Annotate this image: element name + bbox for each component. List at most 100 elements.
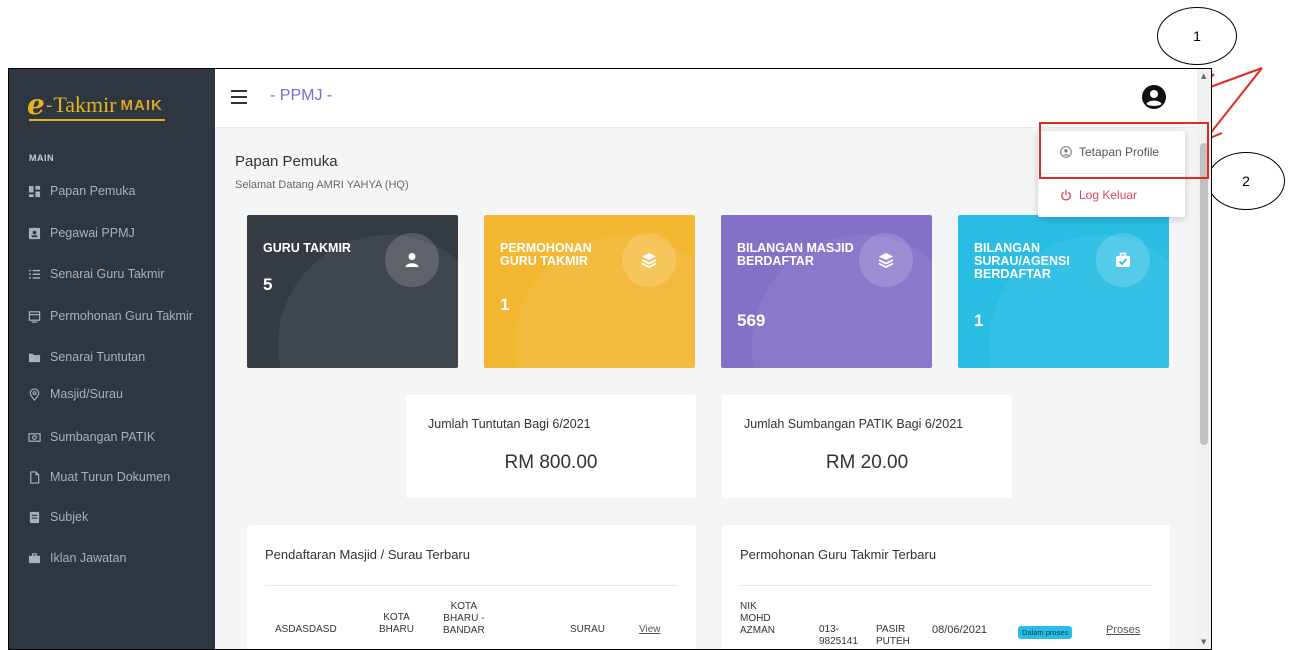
sidebar-item-senarai-tuntutan[interactable]: Senarai Tuntutan bbox=[27, 347, 145, 367]
list-icon bbox=[27, 267, 41, 281]
summary-title: Jumlah Tuntutan Bagi 6/2021 bbox=[428, 417, 591, 431]
summary-card-sumbangan: Jumlah Sumbangan PATIK Bagi 6/2021 RM 20… bbox=[722, 395, 1012, 498]
table-cell-nik: NIK MOHD AZMAN bbox=[740, 601, 775, 637]
sidebar-item-label: Subjek bbox=[50, 510, 89, 524]
location-pin-icon bbox=[27, 387, 41, 401]
cell-line: KOTA bbox=[450, 601, 478, 612]
sidebar-item-label: Pegawai PPMJ bbox=[50, 226, 135, 240]
table-divider bbox=[740, 585, 1152, 586]
summary-card-tuntutan: Jumlah Tuntutan Bagi 6/2021 RM 800.00 bbox=[406, 395, 696, 498]
sidebar-item-label: Papan Pemuka bbox=[50, 184, 136, 198]
sidebar-item-subjek[interactable]: Subjek bbox=[27, 507, 88, 527]
cell-line: KOTA bbox=[383, 612, 410, 623]
sidebar-item-papan-pemuka[interactable]: Papan Pemuka bbox=[27, 181, 135, 201]
money-icon bbox=[27, 430, 41, 444]
sidebar-item-label: Masjid/Surau bbox=[50, 387, 123, 401]
sidebar-item-label: Sumbangan PATIK bbox=[50, 430, 156, 444]
sidebar: e - Takmir MAIK MAIN Papan Pemuka Pegawa… bbox=[9, 69, 215, 649]
cell-line: 9825141 bbox=[819, 636, 858, 647]
table-cell-area: KOTA BHARU - BANDAR bbox=[443, 601, 485, 637]
table-title: Pendaftaran Masjid / Surau Terbaru bbox=[265, 547, 470, 562]
stat-card-label: BILANGAN SURAU/AGENSI BERDAFTAR bbox=[974, 241, 1070, 281]
scrollbar-thumb[interactable] bbox=[1200, 143, 1208, 445]
layers-icon bbox=[859, 233, 913, 287]
sidebar-item-label: Permohonan Guru Takmir bbox=[50, 309, 193, 323]
stat-card-value: 5 bbox=[263, 275, 273, 294]
cell-line: NIK bbox=[740, 601, 757, 612]
logo-dash: - bbox=[45, 94, 53, 116]
summary-value: RM 800.00 bbox=[504, 452, 598, 473]
menu-item-log-keluar[interactable]: Log Keluar bbox=[1060, 188, 1137, 202]
app-logo[interactable]: e - Takmir MAIK bbox=[27, 85, 165, 125]
annotation-marker-2: 2 bbox=[1207, 152, 1285, 210]
layers-icon bbox=[622, 233, 676, 287]
folder-icon bbox=[27, 350, 41, 364]
logo-maik: MAIK bbox=[120, 96, 163, 114]
annotation-marker-1: 1 bbox=[1157, 7, 1237, 65]
id-card-icon bbox=[27, 226, 41, 240]
table-cell-district: KOTA BHARU bbox=[379, 612, 414, 636]
sidebar-item-muat-turun-dokumen[interactable]: Muat Turun Dokumen bbox=[27, 467, 170, 487]
sidebar-heading: MAIN bbox=[29, 153, 54, 163]
table-cell-phone: 013- 9825141 bbox=[819, 624, 858, 648]
sidebar-item-iklan-jawatan[interactable]: Iklan Jawatan bbox=[27, 548, 126, 568]
annotation-number: 2 bbox=[1242, 173, 1250, 189]
sidebar-item-sumbangan-patik[interactable]: Sumbangan PATIK bbox=[27, 427, 155, 447]
cell-line: MOHD bbox=[740, 613, 771, 624]
user-account-icon[interactable] bbox=[1141, 84, 1167, 110]
cell-line: PASIR bbox=[876, 624, 906, 635]
cell-line: PUTEH bbox=[876, 636, 910, 647]
scroll-down-arrow-icon[interactable]: ▼ bbox=[1201, 638, 1206, 646]
document-icon bbox=[27, 470, 41, 484]
annotation-number: 1 bbox=[1193, 28, 1201, 44]
sidebar-item-label: Muat Turun Dokumen bbox=[50, 470, 171, 484]
table-cell-name: ASDASDASD bbox=[275, 624, 337, 635]
stat-card-masjid[interactable]: BILANGAN MASJID BERDAFTAR 569 bbox=[721, 215, 932, 368]
sidebar-item-label: Senarai Tuntutan bbox=[50, 350, 146, 364]
cell-line: 013- bbox=[819, 624, 840, 635]
page-title: Papan Pemuka bbox=[235, 153, 338, 170]
status-badge: Dalam proses bbox=[1018, 626, 1073, 639]
briefcase-check-icon bbox=[1096, 233, 1150, 287]
summary-value: RM 20.00 bbox=[825, 452, 909, 473]
logo-underline bbox=[29, 119, 165, 121]
stat-card-label: PERMOHONAN GURU TAKMIR bbox=[500, 241, 592, 268]
cell-line: BHARU - bbox=[443, 613, 485, 624]
topbar-title: - PPMJ - bbox=[270, 87, 333, 104]
sidebar-item-pegawai-ppmj[interactable]: Pegawai PPMJ bbox=[27, 223, 135, 243]
cell-line: AZMAN bbox=[740, 625, 775, 636]
stat-card-guru-takmir[interactable]: GURU TAKMIR 5 bbox=[247, 215, 458, 368]
cell-line: BHARU bbox=[379, 624, 415, 635]
summary-title: Jumlah Sumbangan PATIK Bagi 6/2021 bbox=[744, 417, 964, 431]
cell-line: BANDAR bbox=[443, 625, 485, 636]
power-icon bbox=[1061, 190, 1071, 201]
sidebar-item-permohonan-guru-takmir[interactable]: Permohonan Guru Takmir bbox=[27, 306, 193, 326]
table-cell-type: SURAU bbox=[570, 624, 606, 635]
welcome-text: Selamat Datang AMRI YAHYA (HQ) bbox=[235, 179, 409, 191]
sidebar-item-label: Senarai Guru Takmir bbox=[50, 267, 165, 281]
briefcase-icon bbox=[27, 551, 41, 565]
stat-card-value: 1 bbox=[974, 311, 984, 330]
app-window: e - Takmir MAIK MAIN Papan Pemuka Pegawa… bbox=[8, 68, 1212, 650]
scroll-up-arrow-icon[interactable]: ▲ bbox=[1201, 72, 1206, 80]
stat-card-value: 1 bbox=[500, 295, 510, 314]
topbar: - PPMJ - bbox=[215, 69, 1211, 128]
proses-link[interactable]: Proses bbox=[1106, 624, 1140, 636]
book-icon bbox=[27, 510, 41, 524]
stat-card-label: BILANGAN MASJID BERDAFTAR bbox=[737, 241, 854, 268]
sidebar-item-masjid-surau[interactable]: Masjid/Surau bbox=[27, 384, 123, 404]
annotation-highlight-box bbox=[1039, 122, 1209, 179]
user-icon bbox=[385, 233, 439, 287]
stat-card-surau[interactable]: BILANGAN SURAU/AGENSI BERDAFTAR 1 bbox=[958, 215, 1169, 368]
menu-item-label: Log Keluar bbox=[1079, 188, 1138, 202]
window-icon bbox=[27, 309, 41, 323]
table-cell-place: PASIR PUTEH bbox=[876, 624, 910, 648]
logo-takmir: Takmir bbox=[53, 92, 117, 117]
logo-e: e bbox=[27, 88, 45, 121]
table-divider bbox=[265, 585, 678, 586]
stat-card-value: 569 bbox=[737, 311, 766, 330]
sidebar-item-senarai-guru-takmir[interactable]: Senarai Guru Takmir bbox=[27, 264, 164, 284]
hamburger-menu-icon[interactable] bbox=[231, 90, 247, 104]
stat-card-permohonan[interactable]: PERMOHONAN GURU TAKMIR 1 bbox=[484, 215, 695, 368]
view-link[interactable]: View bbox=[639, 624, 661, 636]
